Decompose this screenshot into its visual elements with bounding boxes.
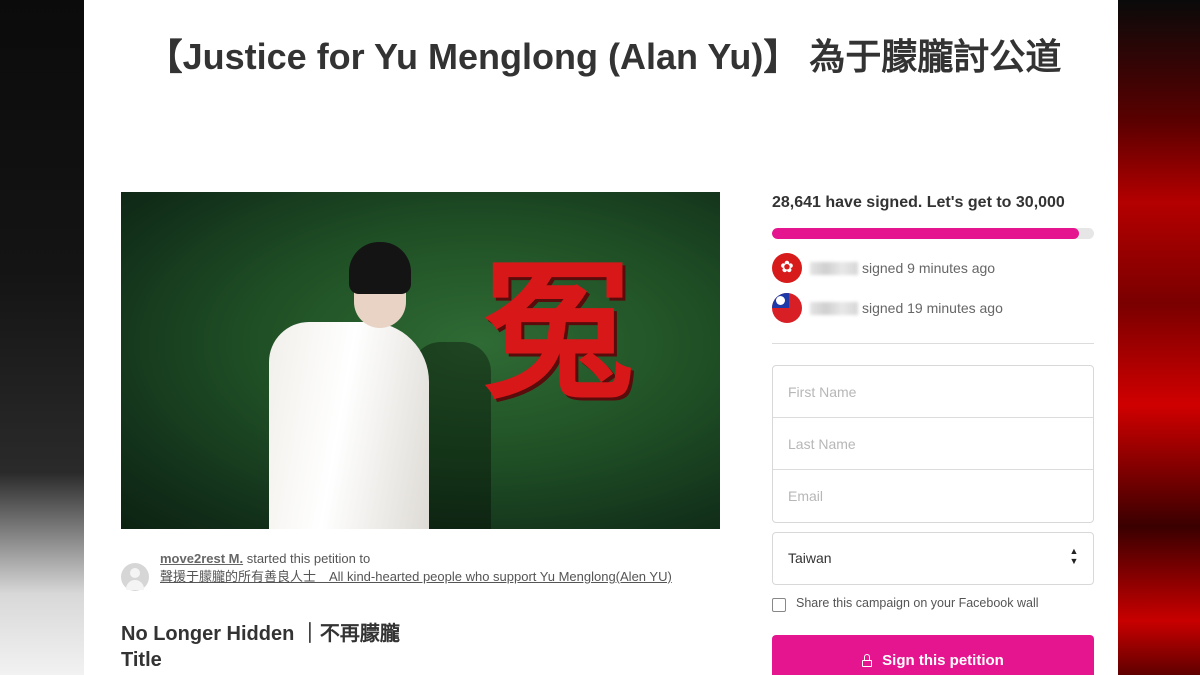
signature-progress-fill [772, 228, 1080, 239]
divider [772, 343, 1094, 344]
share-checkbox-label: Share this campaign on your Facebook wal… [796, 596, 1039, 610]
blurred-signer-name [810, 302, 858, 315]
avatar[interactable] [121, 563, 149, 591]
country-select[interactable]: Taiwan ▲ ▼ [772, 532, 1094, 585]
sign-panel: 28,641 have signed. Let's get to 30,000 … [772, 0, 1094, 675]
starter-user-link[interactable]: move2rest M. [160, 551, 243, 566]
signature-progress-bar [772, 228, 1094, 239]
petition-page: 【Justice for Yu Menglong (Alan Yu)】 為于朦朧… [84, 0, 1118, 675]
figure-hair [349, 242, 411, 294]
section-title: Title [121, 649, 162, 671]
recent-signer: signed 19 minutes ago [772, 293, 1094, 323]
signature-count: 28,641 have signed. Let's get to 30,000 [772, 194, 1065, 211]
hero-glyph: 冤 [483, 244, 634, 420]
section-subheading: No Longer Hidden ｜不再朦朧 [121, 623, 400, 645]
share-checkbox[interactable] [772, 598, 786, 612]
facebook-share-option[interactable]: Share this campaign on your Facebook wal… [772, 596, 1094, 614]
country-value: Taiwan [788, 550, 832, 566]
lock-icon [862, 654, 873, 667]
email-input[interactable] [773, 470, 1093, 522]
hero-image: 冤 [121, 192, 720, 529]
recent-signer-text: signed 19 minutes ago [862, 300, 1003, 316]
recent-signer: ✿ signed 9 minutes ago [772, 253, 1094, 283]
sign-petition-button[interactable]: Sign this petition [772, 635, 1094, 675]
recipient-link[interactable]: 聲援于朦朧的所有善良人士 All kind-hearted people who… [160, 569, 672, 584]
background-left-panel [0, 0, 84, 675]
recent-signer-text: signed 9 minutes ago [862, 260, 996, 276]
figure-suit [269, 322, 429, 529]
select-arrows-icon: ▲ ▼ [1069, 546, 1079, 566]
blurred-signer-name [810, 262, 858, 275]
first-name-input[interactable] [773, 366, 1093, 418]
taiwan-flag-icon [772, 293, 802, 323]
background-right-panel [1118, 0, 1200, 675]
last-name-input[interactable] [773, 418, 1093, 470]
sign-button-label: Sign this petition [882, 652, 1004, 669]
sign-form-fields [772, 365, 1094, 523]
starter-text: move2rest M. started this petition to 聲援… [160, 550, 720, 586]
started-text: started this petition to [243, 551, 371, 566]
hong-kong-flag-icon: ✿ [772, 253, 802, 283]
